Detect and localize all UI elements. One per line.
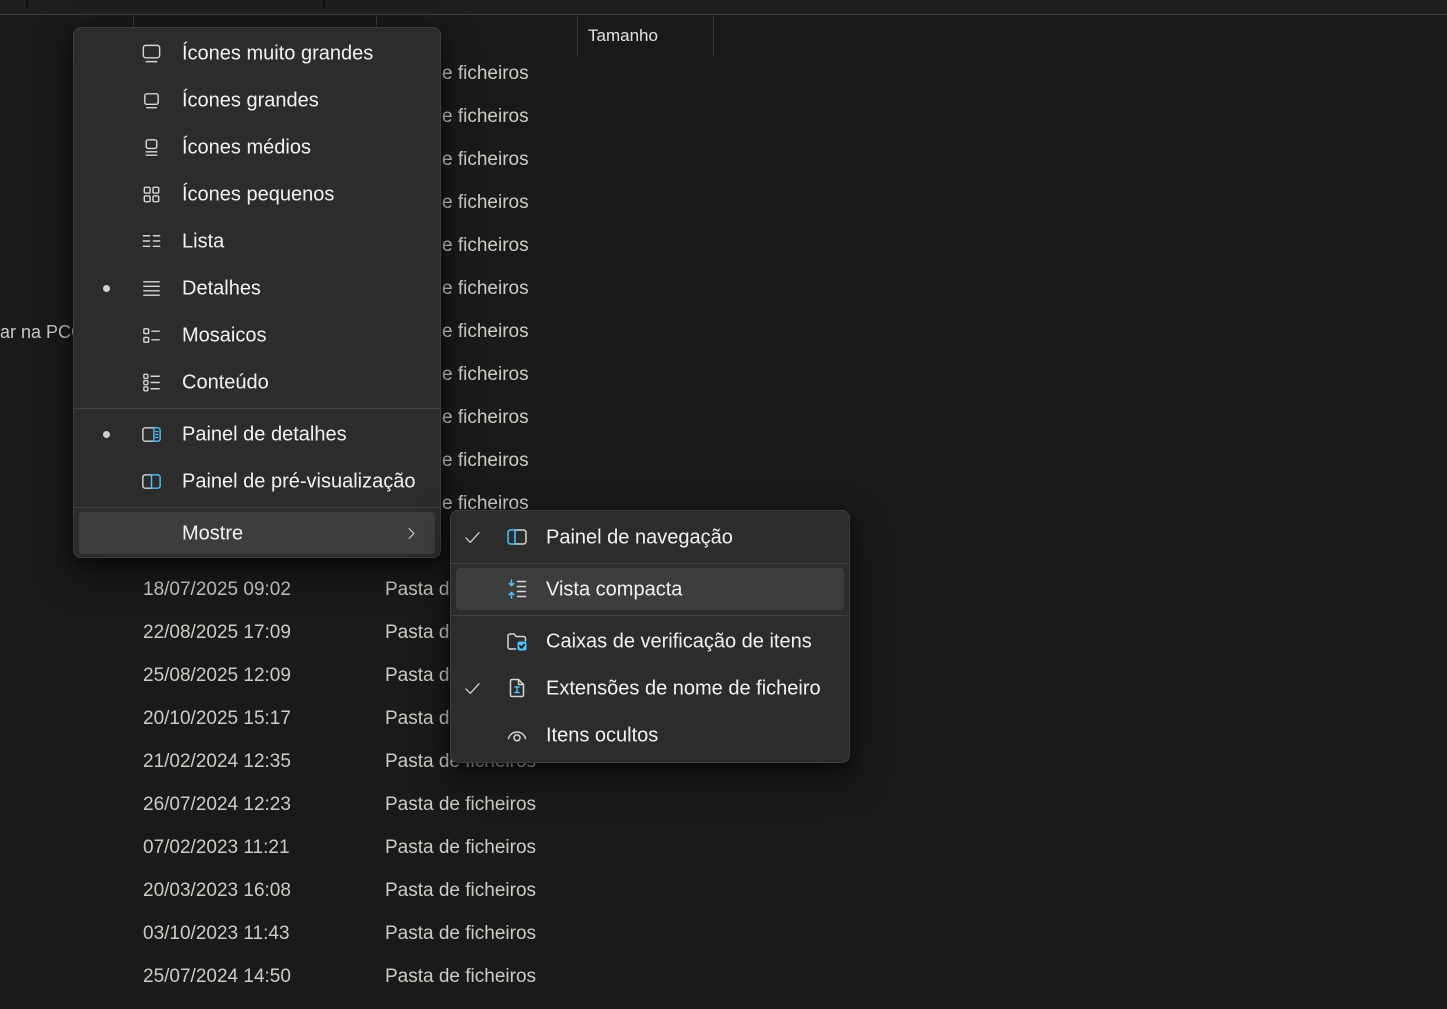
view-context-menu: Ícones muito grandes Ícones grandes Ícon…	[73, 27, 441, 558]
file-type-fragment: e ficheiros	[442, 138, 529, 181]
menu-separator	[451, 615, 849, 616]
menu-item-label: Ícones muito grandes	[182, 42, 373, 65]
file-type-fragment: e ficheiros	[442, 310, 529, 353]
toolbar-separator	[323, 0, 325, 7]
checkmark-icon	[462, 678, 483, 699]
hover-highlight	[79, 512, 435, 554]
file-row[interactable]: 26/07/2024 12:23 Pasta de ficheiros	[0, 783, 1447, 826]
file-type-fragment: e ficheiros	[442, 52, 529, 95]
menu-item-label: Painel de pré-visualização	[182, 470, 415, 493]
details-view-icon	[140, 277, 163, 300]
submenu-item-label: Painel de navegação	[546, 526, 733, 549]
date-modified-cell: 26/07/2024 12:23	[143, 783, 291, 826]
small-icons-icon	[140, 183, 163, 206]
tiles-view-icon	[140, 324, 163, 347]
file-row[interactable]: 25/07/2024 14:50 Pasta de ficheiros	[0, 955, 1447, 998]
menu-item-label: Ícones grandes	[182, 89, 319, 112]
date-modified-cell: 25/07/2024 14:50	[143, 955, 291, 998]
menu-item-label: Ícones pequenos	[182, 183, 334, 206]
preview-pane-icon	[140, 470, 163, 493]
selected-radio-dot	[103, 285, 110, 292]
menu-item-label: Mostre	[182, 522, 243, 545]
submenu-item-label: Caixas de verificação de itens	[546, 630, 812, 653]
selected-radio-dot	[103, 431, 110, 438]
menu-item-details[interactable]: Detalhes	[74, 265, 440, 312]
medium-icons-icon	[140, 136, 163, 159]
toolbar-strip	[0, 0, 1447, 14]
menu-item-large-icons[interactable]: Ícones grandes	[74, 77, 440, 124]
toolbar-separator	[26, 0, 28, 7]
file-type-fragment: e ficheiros	[442, 439, 529, 482]
menu-item-label: Painel de detalhes	[182, 423, 347, 446]
date-modified-cell: 20/03/2023 16:08	[143, 869, 291, 912]
file-type-fragment: e ficheiros	[442, 181, 529, 224]
chevron-right-icon	[403, 525, 420, 542]
file-type-fragment: e ficheiros	[442, 95, 529, 138]
file-extensions-icon	[505, 676, 529, 700]
list-view-icon	[140, 230, 163, 253]
submenu-item-compact-view[interactable]: Vista compacta	[451, 566, 849, 613]
file-type-fragment: e ficheiros	[442, 396, 529, 439]
submenu-item-label: Extensões de nome de ficheiro	[546, 677, 821, 700]
submenu-item-hidden-items[interactable]: Itens ocultos	[451, 712, 849, 759]
file-explorer-screen: Tamanho ar na PCG e ficheirose ficheiros…	[0, 0, 1447, 1009]
menu-separator	[451, 563, 849, 564]
file-row[interactable]: 07/02/2023 11:21 Pasta de ficheiros	[0, 826, 1447, 869]
date-modified-cell: 20/10/2025 15:17	[143, 697, 291, 740]
item-checkboxes-icon	[505, 629, 529, 653]
file-type-fragment: e ficheiros	[442, 224, 529, 267]
file-type-fragment: e ficheiros	[442, 267, 529, 310]
column-separator[interactable]	[577, 16, 578, 56]
date-modified-cell: 18/07/2025 09:02	[143, 568, 291, 611]
content-view-icon	[140, 371, 163, 394]
checkmark-icon	[462, 527, 483, 548]
file-row[interactable]: 20/03/2023 16:08 Pasta de ficheiros	[0, 869, 1447, 912]
file-type-cell: Pasta de ficheiros	[385, 826, 536, 869]
menu-item-label: Lista	[182, 230, 224, 253]
menu-item-preview-pane[interactable]: Painel de pré-visualização	[74, 458, 440, 505]
navigation-pane-icon	[505, 525, 529, 549]
compact-view-icon	[505, 577, 529, 601]
column-separator[interactable]	[713, 16, 714, 56]
menu-item-label: Conteúdo	[182, 371, 269, 394]
menu-separator	[74, 507, 440, 508]
file-row[interactable]: 03/10/2023 11:43 Pasta de ficheiros	[0, 912, 1447, 955]
show-submenu: Painel de navegação Vista compacta Caixa…	[450, 510, 850, 763]
file-type-cell: Pasta de ficheiros	[385, 912, 536, 955]
file-type-cell: Pasta de ficheiros	[385, 869, 536, 912]
large-icons-icon	[140, 89, 163, 112]
file-type-fragment: e ficheiros	[442, 353, 529, 396]
date-modified-cell: 07/02/2023 11:21	[143, 826, 290, 869]
details-pane-icon	[140, 423, 163, 446]
menu-item-extra-large-icons[interactable]: Ícones muito grandes	[74, 30, 440, 77]
date-modified-cell: 03/10/2023 11:43	[143, 912, 290, 955]
submenu-item-label: Vista compacta	[546, 578, 682, 601]
menu-item-label: Ícones médios	[182, 136, 311, 159]
file-type-cell: Pasta de ficheiros	[385, 783, 536, 826]
menu-item-content[interactable]: Conteúdo	[74, 359, 440, 406]
hidden-items-icon	[505, 723, 529, 747]
menu-item-medium-icons[interactable]: Ícones médios	[74, 124, 440, 171]
date-modified-cell: 21/02/2024 12:35	[143, 740, 291, 783]
extra-large-icons-icon	[140, 42, 163, 65]
date-modified-cell: 25/08/2025 12:09	[143, 654, 291, 697]
menu-item-list[interactable]: Lista	[74, 218, 440, 265]
menu-item-label: Mosaicos	[182, 324, 266, 347]
menu-item-details-pane[interactable]: Painel de detalhes	[74, 411, 440, 458]
date-modified-cell: 22/08/2025 17:09	[143, 611, 291, 654]
menu-item-show[interactable]: Mostre	[74, 510, 440, 557]
menu-item-tiles[interactable]: Mosaicos	[74, 312, 440, 359]
submenu-item-navigation-pane[interactable]: Painel de navegação	[451, 514, 849, 561]
file-type-cell: Pasta de ficheiros	[385, 955, 536, 998]
submenu-item-file-extensions[interactable]: Extensões de nome de ficheiro	[451, 665, 849, 712]
menu-separator	[74, 408, 440, 409]
submenu-item-label: Itens ocultos	[546, 724, 658, 747]
header-divider	[0, 14, 1447, 15]
menu-item-small-icons[interactable]: Ícones pequenos	[74, 171, 440, 218]
submenu-item-item-checkboxes[interactable]: Caixas de verificação de itens	[451, 618, 849, 665]
menu-item-label: Detalhes	[182, 277, 261, 300]
